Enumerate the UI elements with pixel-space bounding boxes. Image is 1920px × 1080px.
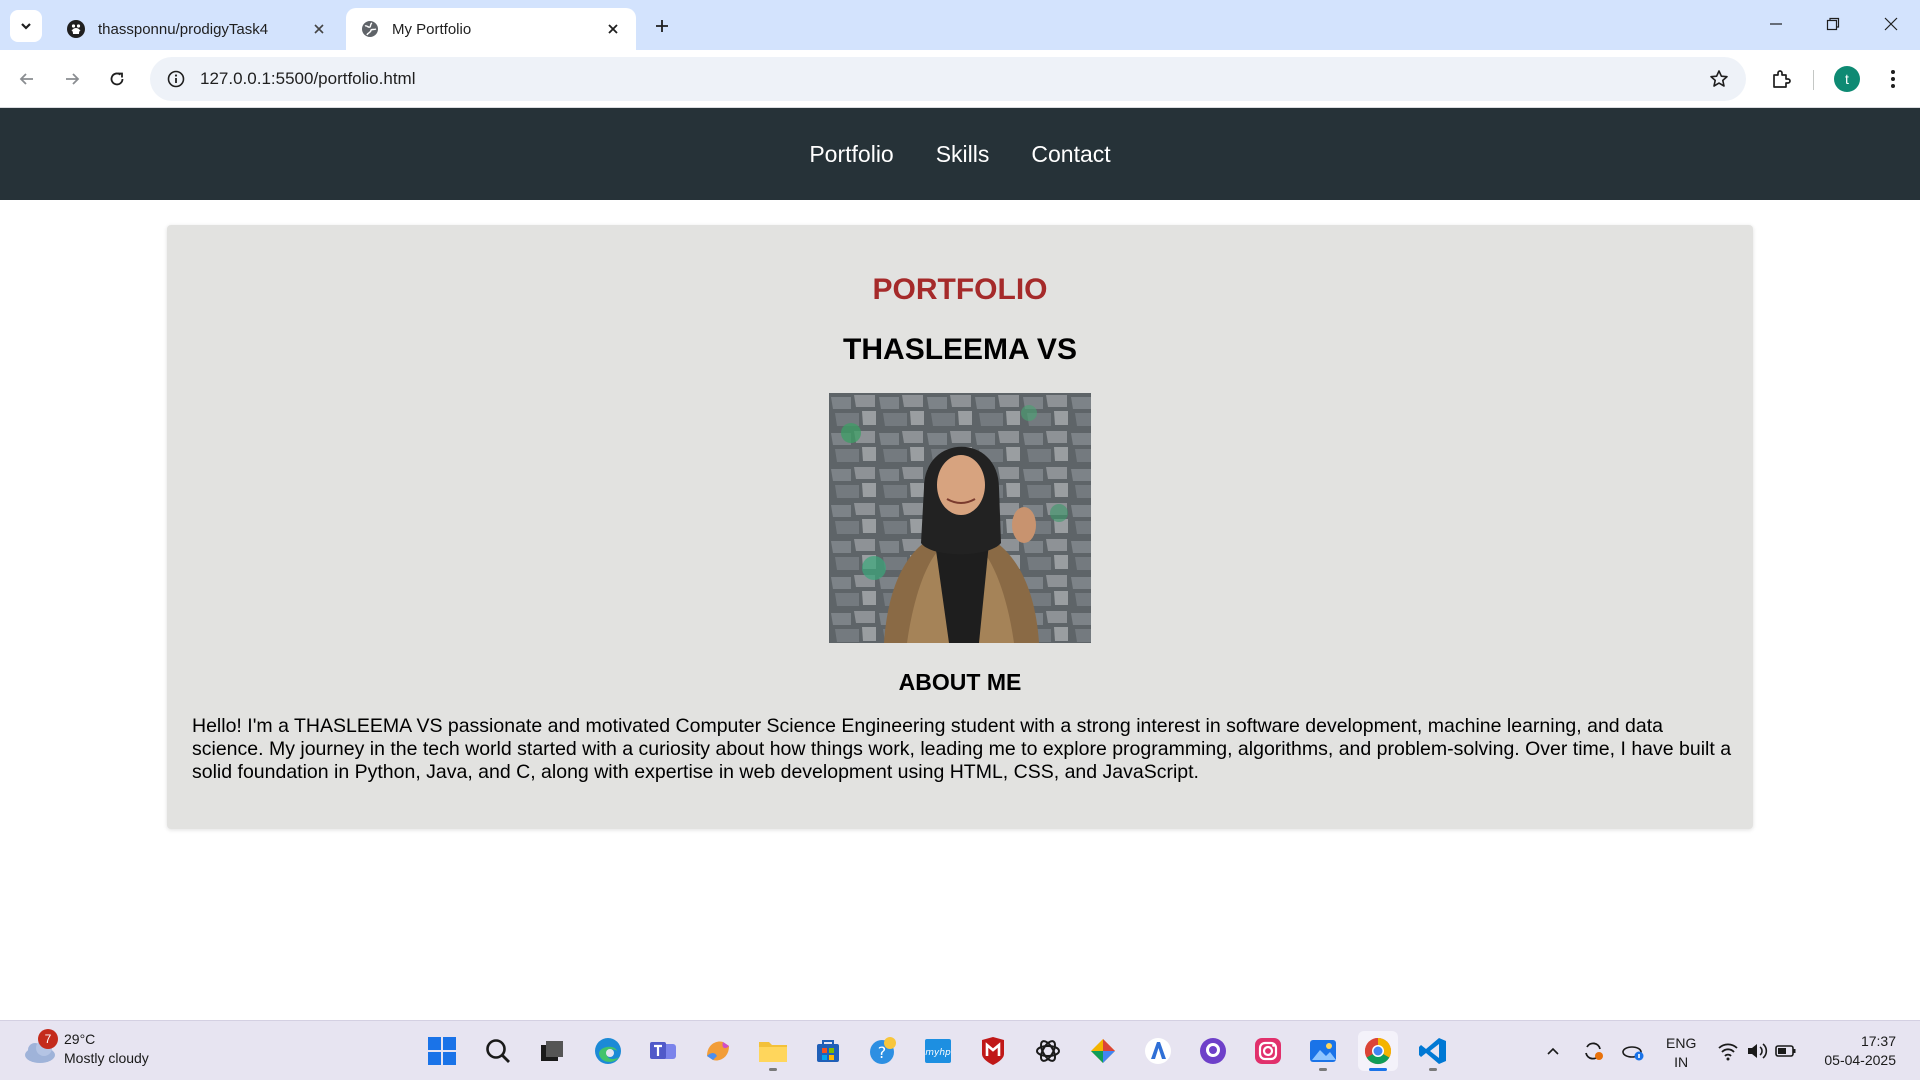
tab-strip: thassponnu/prodigyTask4 My Portfolio [0,0,1920,50]
name-heading: THASLEEMA VS [843,333,1077,366]
region-code: IN [1674,1054,1689,1070]
instagram-icon[interactable] [1248,1031,1288,1071]
address-bar[interactable]: 127.0.0.1:5500/portfolio.html [150,57,1746,101]
tab-my-portfolio[interactable]: My Portfolio [346,8,636,50]
running-indicator [1429,1068,1437,1071]
weather-badge: 7 [38,1029,58,1049]
browser-toolbar: 127.0.0.1:5500/portfolio.html t [0,50,1920,108]
teams-icon[interactable] [643,1031,683,1071]
svg-text:myhp: myhp [925,1048,951,1058]
close-window-button[interactable] [1873,8,1909,40]
new-tab-button[interactable] [648,12,676,40]
close-icon [1884,17,1898,31]
chatgpt-icon[interactable] [1028,1031,1068,1071]
nav-link-skills[interactable]: Skills [936,141,990,168]
tab-search-button[interactable] [10,10,42,42]
taskbar: 7 29°C Mostly cloudy ? myhp ENG IN 17:37… [0,1020,1920,1080]
file-explorer-icon[interactable] [753,1031,793,1071]
github-icon [66,19,86,39]
chrome-icon[interactable] [1358,1031,1398,1071]
chevron-down-icon [21,23,31,30]
tab-title: My Portfolio [392,20,472,38]
web-page: Portfolio Skills Contact PORTFOLIO THASL… [0,108,1920,1020]
help-icon[interactable]: ? [863,1031,903,1071]
language-code: ENG [1666,1035,1697,1051]
azure-icon[interactable] [1138,1031,1178,1071]
forward-button[interactable] [55,62,89,96]
site-nav: Portfolio Skills Contact [0,108,1920,200]
globe-icon [360,19,380,39]
sync-icon[interactable] [1581,1039,1605,1063]
chevron-up-icon[interactable] [1541,1039,1565,1063]
extensions-button[interactable] [1764,62,1798,96]
copilot-icon[interactable] [698,1031,738,1071]
profile-photo [829,393,1091,643]
reload-button[interactable] [100,62,134,96]
running-indicator [769,1068,777,1071]
wifi-icon[interactable] [1716,1039,1740,1063]
more-vert-icon [1891,70,1895,88]
clock-time: 17:37 [1860,1033,1896,1049]
clock-date: 05-04-2025 [1824,1052,1896,1068]
language-indicator[interactable]: ENG IN [1666,1034,1696,1072]
weather-widget[interactable]: 7 29°C Mostly cloudy [20,1029,149,1069]
search-icon[interactable] [478,1031,518,1071]
restore-icon [1826,17,1840,31]
close-icon[interactable] [602,18,624,40]
gemini-icon[interactable] [1083,1031,1123,1071]
reload-icon [110,72,124,86]
portfolio-card: PORTFOLIO THASLEEMA VS ABOUT ME Hello! I… [167,225,1753,829]
weather-temp: 29°C [64,1031,96,1047]
site-info-icon[interactable] [164,67,188,91]
close-icon[interactable] [308,18,330,40]
battery-icon[interactable] [1774,1039,1798,1063]
task-view-icon[interactable] [532,1031,572,1071]
about-heading: ABOUT ME [898,669,1022,695]
store-icon[interactable] [808,1031,848,1071]
svg-text:?: ? [878,1043,887,1062]
nav-link-contact[interactable]: Contact [1031,141,1110,168]
bookmark-star-icon[interactable] [1702,62,1736,96]
restore-button[interactable] [1815,8,1851,40]
arrow-right-icon [66,73,80,85]
clock[interactable]: 17:37 05-04-2025 [1812,1032,1896,1070]
volume-icon[interactable] [1745,1039,1769,1063]
myhp-icon[interactable]: myhp [918,1031,958,1071]
vscode-icon[interactable] [1413,1031,1453,1071]
url-text[interactable]: 127.0.0.1:5500/portfolio.html [200,69,1702,89]
github-desktop-icon[interactable] [1193,1031,1233,1071]
start-icon[interactable] [422,1031,462,1071]
onedrive-icon[interactable] [1621,1039,1645,1063]
minimize-button[interactable] [1758,8,1794,40]
back-button[interactable] [10,62,44,96]
running-indicator [1319,1068,1327,1071]
plus-icon [656,20,668,32]
cloud-icon: 7 [20,1029,60,1069]
toolbar-divider [1813,70,1814,90]
menu-button[interactable] [1876,62,1910,96]
minimize-icon [1770,23,1782,25]
tab-title: thassponnu/prodigyTask4 [98,20,269,38]
nav-link-portfolio[interactable]: Portfolio [809,141,893,168]
puzzle-icon [1773,70,1791,88]
arrow-left-icon [19,73,33,85]
profile-avatar[interactable]: t [1834,66,1860,92]
tab-github[interactable]: thassponnu/prodigyTask4 [52,8,342,50]
running-indicator [1369,1068,1387,1071]
photos-icon[interactable] [1303,1031,1343,1071]
mcafee-icon[interactable] [973,1031,1013,1071]
edge-icon[interactable] [588,1031,628,1071]
about-paragraph: Hello! I'm a THASLEEMA VS passionate and… [192,715,1732,783]
weather-condition: Mostly cloudy [64,1050,149,1066]
portfolio-title: PORTFOLIO [872,273,1048,306]
